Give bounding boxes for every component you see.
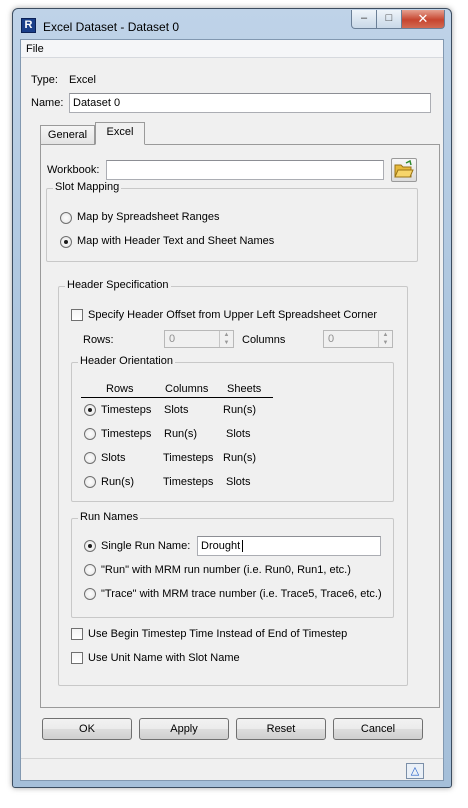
slot-mapping-title: Slot Mapping [53,181,122,193]
columns-spinner[interactable]: 0 ▲ ▼ [323,330,393,348]
orientation-option-3-columns: Timesteps [163,452,214,464]
single-run-name-value: Drought [201,540,241,552]
map-by-ranges-label[interactable]: Map by Spreadsheet Ranges [77,211,219,223]
cancel-button[interactable]: Cancel [333,718,423,740]
status-divider [21,758,443,759]
folder-open-icon [394,159,414,178]
orientation-option-3-rows: Slots [101,452,126,464]
orientation-option-1-radio[interactable] [84,404,96,416]
single-run-name-label[interactable]: Single Run Name: [101,540,190,552]
orientation-option-4-rows: Run(s) [101,476,135,488]
unit-name-checkbox[interactable] [71,652,83,664]
rows-spinner-arrows-icon[interactable]: ▲ ▼ [219,331,233,347]
mrm-run-number-radio[interactable] [84,564,96,576]
name-label: Name: [31,97,64,109]
columns-spinner-arrows-icon[interactable]: ▲ ▼ [378,331,392,347]
orientation-option-2-radio[interactable] [84,428,96,440]
browse-workbook-button[interactable] [391,158,417,182]
orientation-option-1-columns: Slots [164,404,189,416]
tab-general[interactable]: General [40,125,95,145]
rows-spinner-value: 0 [169,333,176,345]
type-value: Excel [69,74,96,86]
orientation-col-sheets: Sheets [227,383,262,395]
orientation-option-4-radio[interactable] [84,476,96,488]
begin-timestep-checkbox[interactable] [71,628,83,640]
run-names-title: Run Names [78,511,141,523]
orientation-header-underline [81,397,273,398]
orientation-option-3-sheets: Run(s) [223,452,257,464]
orientation-option-4-columns: Timesteps [163,476,214,488]
orientation-option-2-rows: Timesteps [101,428,152,440]
diagnostics-icon[interactable]: △ [406,763,424,779]
mrm-trace-number-label[interactable]: "Trace" with MRM trace number (i.e. Trac… [101,588,382,600]
begin-timestep-label[interactable]: Use Begin Timestep Time Instead of End o… [88,628,347,640]
slot-mapping-group: Slot Mapping [46,181,418,262]
map-by-ranges-radio[interactable] [60,212,72,224]
rows-spinner[interactable]: 0 ▲ ▼ [164,330,234,348]
orientation-option-1-sheets: Run(s) [223,404,257,416]
columns-label: Columns [242,334,286,346]
dialog-client-area: File Type: Excel Name: Dataset 0 General… [20,39,444,781]
header-specification-title: Header Specification [65,279,171,291]
maximize-button[interactable]: □ [377,10,402,29]
minimize-button[interactable]: – [351,10,377,29]
columns-spinner-value: 0 [328,333,335,345]
text-cursor [242,540,244,552]
mrm-trace-number-radio[interactable] [84,588,96,600]
header-offset-label[interactable]: Specify Header Offset from Upper Left Sp… [88,309,377,321]
dialog-window: R Excel Dataset - Dataset 0 – □ ✕ File T… [12,8,452,788]
map-with-header-label[interactable]: Map with Header Text and Sheet Names [77,235,274,247]
orientation-option-4-sheets: Slots [226,476,251,488]
header-offset-checkbox[interactable] [71,309,83,321]
reset-button[interactable]: Reset [236,718,326,740]
type-label: Type: [31,74,58,86]
title-bar[interactable]: R Excel Dataset - Dataset 0 – □ ✕ [13,9,451,37]
close-button[interactable]: ✕ [402,10,445,29]
apply-button[interactable]: Apply [139,718,229,740]
tab-excel[interactable]: Excel [95,122,145,145]
single-run-name-radio[interactable] [84,540,96,552]
single-run-name-field[interactable]: Drought [197,536,381,556]
mrm-run-number-label[interactable]: "Run" with MRM run number (i.e. Run0, Ru… [101,564,351,576]
orientation-option-1-rows: Timesteps [101,404,152,416]
app-icon: R [21,18,36,33]
name-field[interactable]: Dataset 0 [69,93,431,113]
window-controls: – □ ✕ [351,10,445,30]
orientation-option-3-radio[interactable] [84,452,96,464]
map-with-header-radio[interactable] [60,236,72,248]
orientation-option-2-sheets: Slots [226,428,251,440]
menu-file[interactable]: File [26,43,44,55]
orientation-col-columns: Columns [165,383,209,395]
menu-bar: File [21,40,443,58]
ok-button[interactable]: OK [42,718,132,740]
orientation-col-rows: Rows [106,383,134,395]
workbook-field[interactable] [106,160,384,180]
rows-label: Rows: [83,334,114,346]
orientation-option-2-columns: Run(s) [164,428,198,440]
unit-name-label[interactable]: Use Unit Name with Slot Name [88,652,240,664]
header-orientation-title: Header Orientation [78,355,175,367]
window-title: Excel Dataset - Dataset 0 [43,20,180,34]
workbook-label: Workbook: [47,164,100,176]
